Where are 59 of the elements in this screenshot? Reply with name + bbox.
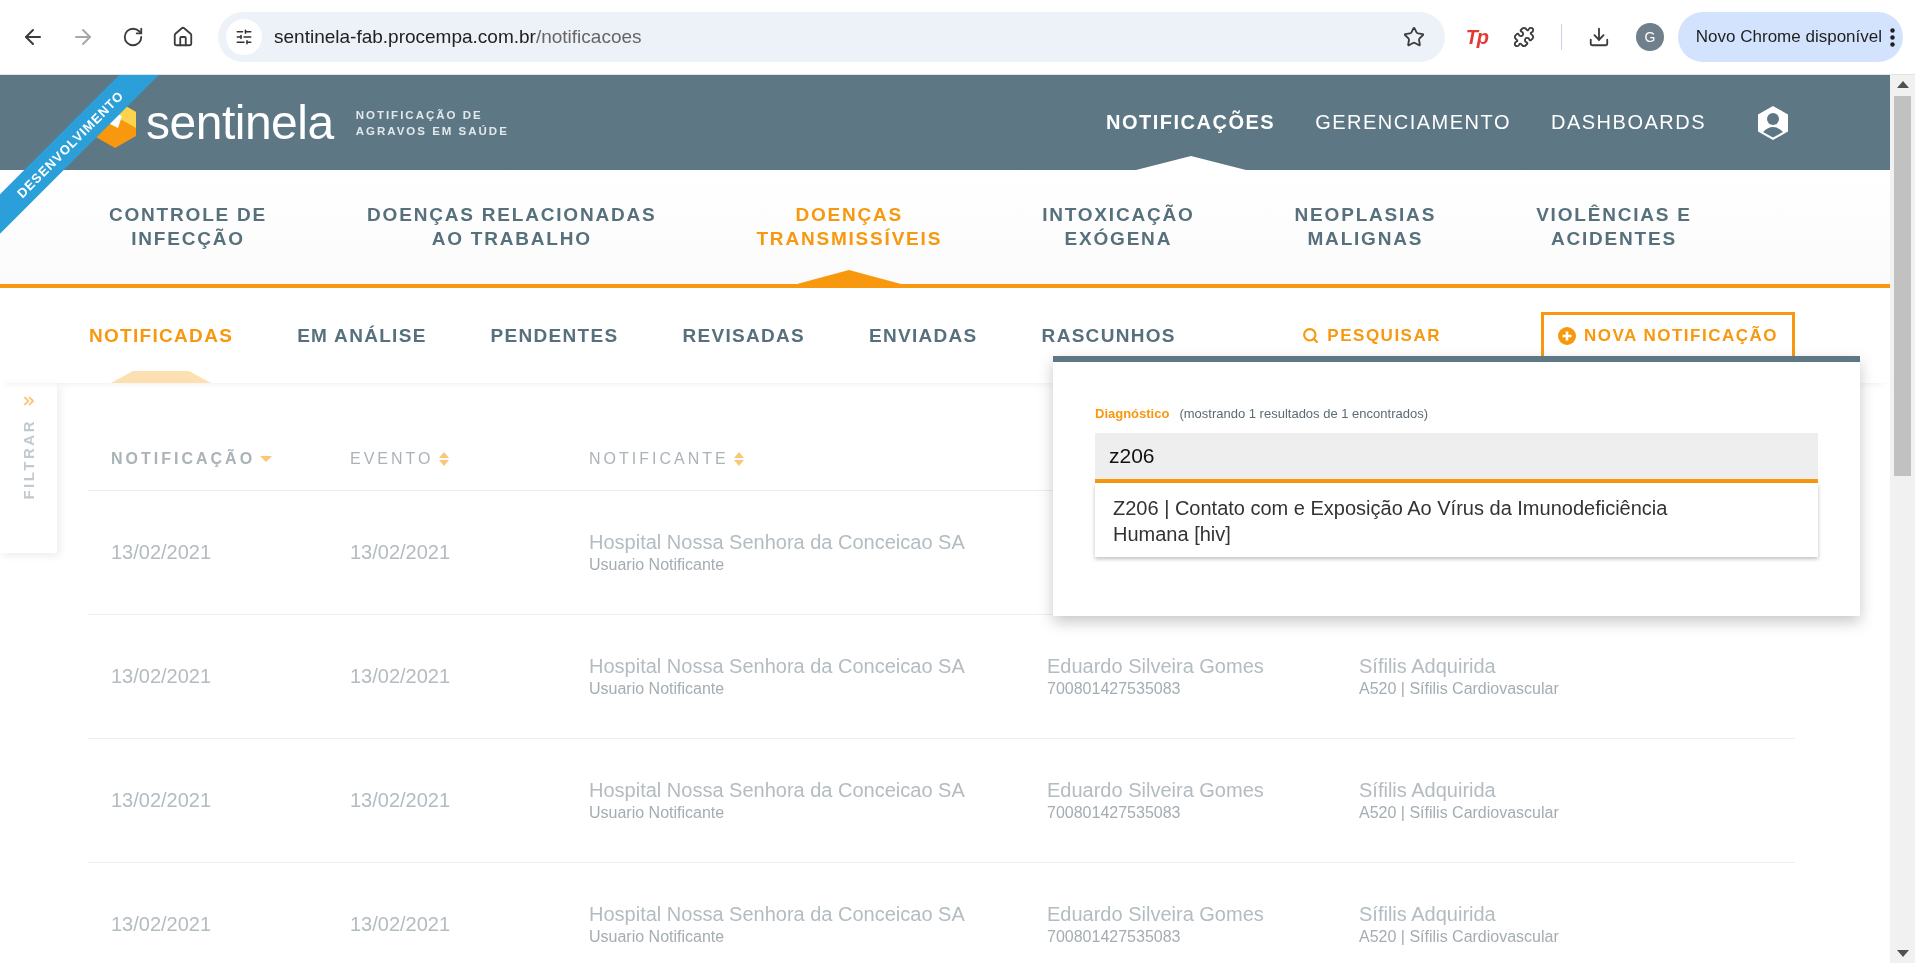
update-chrome-button[interactable]: Novo Chrome disponível	[1677, 12, 1903, 62]
cell-subtitle: 700801427535083	[1047, 804, 1182, 822]
cell-subtitle: A520 | Sífilis Cardiovascular	[1359, 928, 1560, 946]
cell-subtitle: A520 | Sífilis Cardiovascular	[1359, 680, 1560, 698]
cell-subtitle: 700801427535083	[1047, 928, 1182, 946]
date-text: 13/02/2021	[111, 665, 213, 688]
cell-title: Hospital Nossa Senhora da Conceicao SA	[589, 655, 966, 678]
cell-title: Eduardo Silveira Gomes	[1047, 655, 1265, 678]
brand-name: sentinela	[146, 95, 334, 150]
date-text: 13/02/2021	[111, 789, 213, 812]
cell-title: Eduardo Silveira Gomes	[1047, 903, 1265, 926]
address-bar[interactable]: sentinela-fab.procempa.com.br/notificacoes	[218, 12, 1445, 62]
search-icon	[1302, 327, 1320, 344]
nav-link[interactable]: DASHBOARDS	[1550, 75, 1706, 170]
cell-subtitle: Usuario Notificante	[589, 804, 726, 822]
menu-icon	[1890, 27, 1895, 47]
profile-avatar[interactable]: G	[1635, 23, 1664, 51]
date-text: 13/02/2021	[111, 541, 213, 564]
suggestion-item[interactable]: Z206 | Contato com e Exposição Ao Vírus da Imunodeficiência Humana [hiv]	[1095, 483, 1818, 557]
status-tab[interactable]: PENDENTES	[490, 288, 619, 383]
cell-subtitle: Usuario Notificante	[589, 680, 726, 698]
field-label: Diagnóstico	[1095, 406, 1170, 421]
scrollbar[interactable]	[1890, 75, 1915, 963]
home-icon	[172, 26, 194, 48]
status-tab[interactable]: REVISADAS	[682, 288, 805, 383]
cell-title: Hospital Nossa Senhora da Conceicao SA	[589, 779, 966, 802]
cell-subtitle: Usuario Notificante	[589, 928, 726, 946]
user-icon	[1756, 104, 1790, 141]
results-hint: (mostrando 1 resultados de 1 encontrados)	[1179, 406, 1428, 421]
category-tab[interactable]: INTOXICAÇÃO EXÓGENA	[1042, 170, 1195, 284]
extension-icon[interactable]: Tp	[1456, 25, 1497, 49]
diagnosis-input[interactable]: z206	[1095, 433, 1818, 483]
date-text: 13/02/2021	[350, 913, 452, 936]
cell-title: Sífilis Adquirida	[1359, 903, 1497, 926]
reload-icon	[122, 26, 144, 48]
cell-title: Eduardo Silveira Gomes	[1047, 779, 1265, 802]
category-tab[interactable]: NEOPLASIAS MALIGNAS	[1294, 170, 1437, 284]
user-menu-button[interactable]	[1756, 104, 1790, 141]
status-tab[interactable]: EM ANÁLISE	[297, 288, 427, 383]
cell-title: Hospital Nossa Senhora da Conceicao SA	[589, 531, 966, 554]
cell-subtitle: A520 | Sífilis Cardiovascular	[1359, 804, 1560, 822]
url-text: sentinela-fab.procempa.com.br/notificacoes	[274, 26, 643, 48]
cell-title: Sífilis Adquirida	[1359, 655, 1497, 678]
cell-title: Sífilis Adquirida	[1359, 779, 1497, 802]
cell-title: Hospital Nossa Senhora da Conceicao SA	[589, 903, 966, 926]
category-tab[interactable]: VIOLÊNCIAS E ACIDENTES	[1536, 170, 1692, 284]
date-text: 13/02/2021	[350, 541, 452, 564]
site-settings-icon[interactable]	[226, 19, 262, 55]
date-text: 13/02/2021	[350, 789, 452, 812]
date-text: 13/02/2021	[350, 665, 452, 688]
cell-subtitle: 700801427535083	[1047, 680, 1182, 698]
category-tab[interactable]: DOENÇAS RELACIONADAS AO TRABALHO	[367, 170, 657, 284]
cell-subtitle: Usuario Notificante	[589, 556, 726, 574]
nav-link[interactable]: GERENCIAMENTO	[1315, 75, 1511, 170]
add-icon	[1558, 326, 1576, 345]
brand-tagline: NOTIFICAÇÃO DE AGRAVOS EM SAÚDE	[355, 107, 509, 139]
category-tab[interactable]: CONTROLE DE INFECÇÃO	[109, 170, 268, 284]
status-tab[interactable]: ENVIADAS	[869, 288, 978, 383]
date-text: 13/02/2021	[111, 913, 213, 936]
